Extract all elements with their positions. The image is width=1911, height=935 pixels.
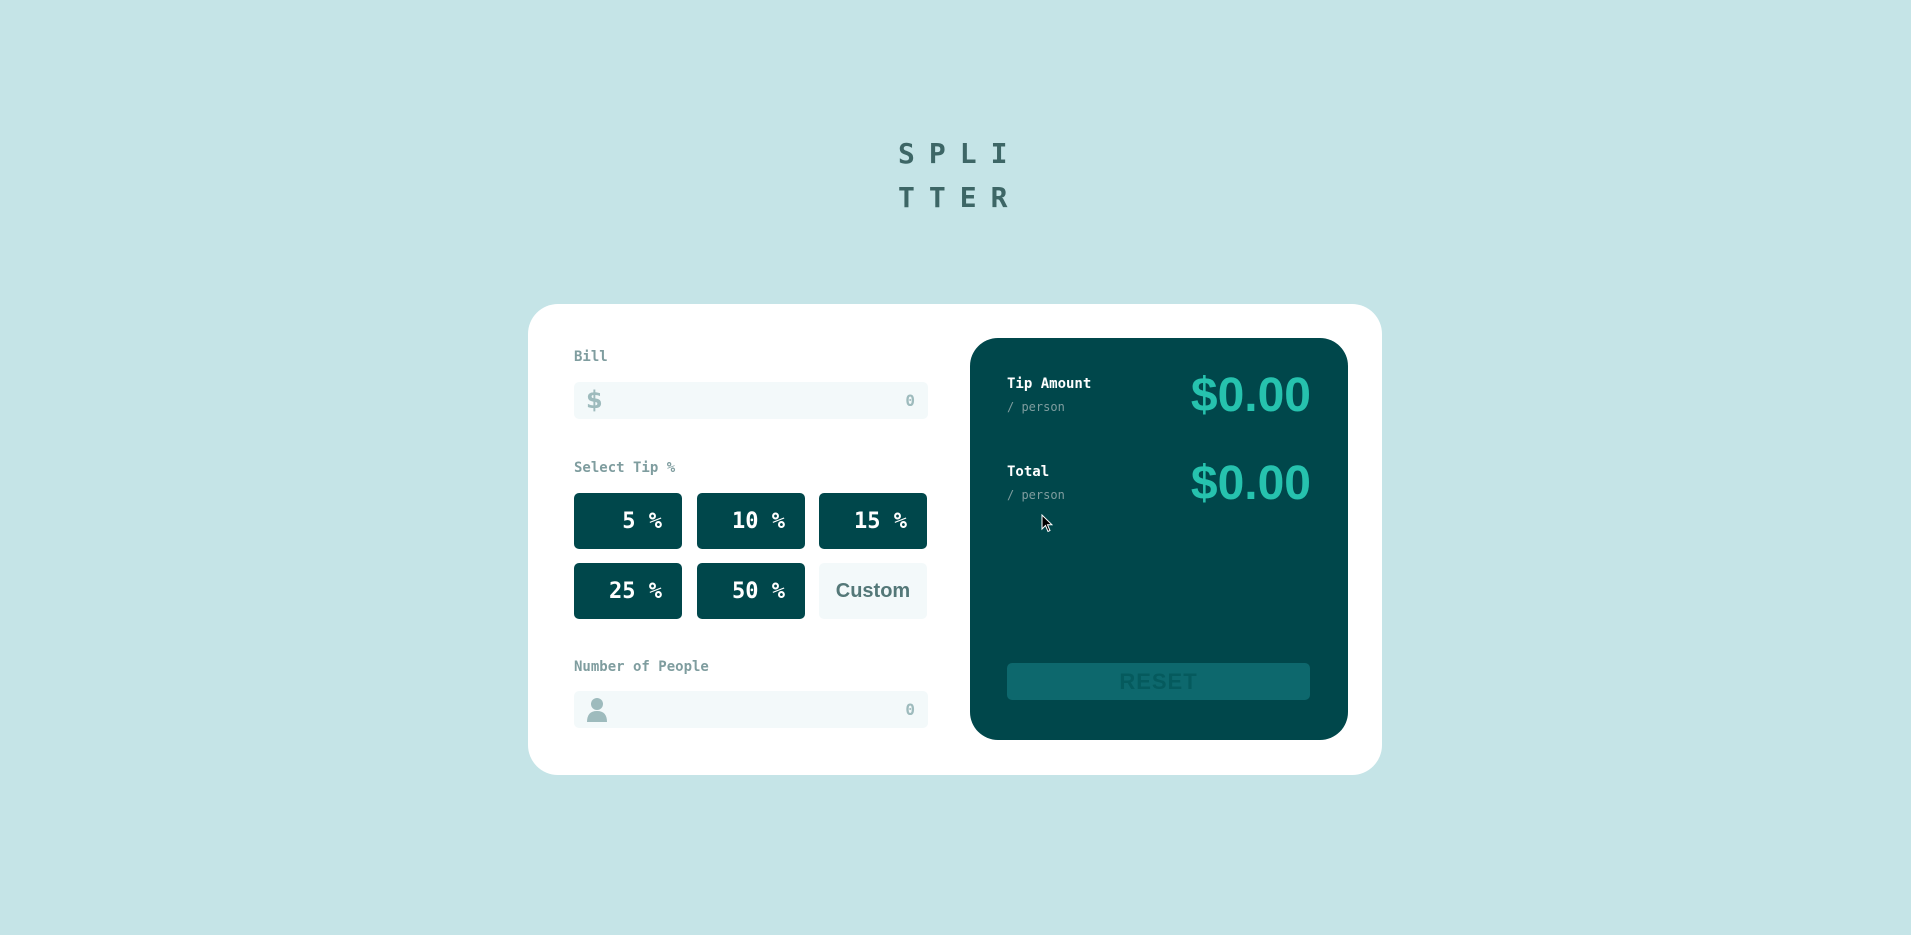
reset-button[interactable]: RESET <box>1007 663 1310 700</box>
tip-50-button[interactable]: 50 % <box>697 563 805 619</box>
people-label: Number of People <box>574 659 709 675</box>
total-value: $0.00 <box>1190 457 1311 510</box>
total-title: Total <box>1007 464 1050 480</box>
tip-15-button[interactable]: 15 % <box>819 493 927 549</box>
app-logo: SPLI TTER <box>898 132 1018 220</box>
custom-tip-button[interactable]: Custom <box>819 563 927 619</box>
tip-25-button[interactable]: 25 % <box>574 563 682 619</box>
total-sub: / person <box>1007 488 1065 502</box>
select-tip-label: Select Tip % <box>574 460 676 476</box>
tip-amount-sub: / person <box>1007 400 1065 414</box>
person-icon <box>586 691 608 728</box>
dollar-icon: $ <box>586 386 603 414</box>
tip-amount-value: $0.00 <box>1190 369 1311 422</box>
tip-5-button[interactable]: 5 % <box>574 493 682 549</box>
bill-input[interactable] <box>614 382 915 419</box>
bill-field[interactable]: $ <box>574 382 928 419</box>
bill-label: Bill <box>574 349 608 365</box>
people-field[interactable] <box>574 691 928 728</box>
tip-amount-title: Tip Amount <box>1007 376 1092 392</box>
calculator-card: Bill $ Select Tip % 5 % 10 % 15 % 25 % 5… <box>528 304 1382 775</box>
logo-line-1: SPLI <box>898 137 1022 170</box>
results-panel: Tip Amount / person $0.00 Total / person… <box>970 338 1348 740</box>
mouse-cursor-icon <box>1041 514 1053 533</box>
people-input[interactable] <box>614 691 915 728</box>
logo-line-2: TTER <box>898 181 1022 214</box>
tip-10-button[interactable]: 10 % <box>697 493 805 549</box>
